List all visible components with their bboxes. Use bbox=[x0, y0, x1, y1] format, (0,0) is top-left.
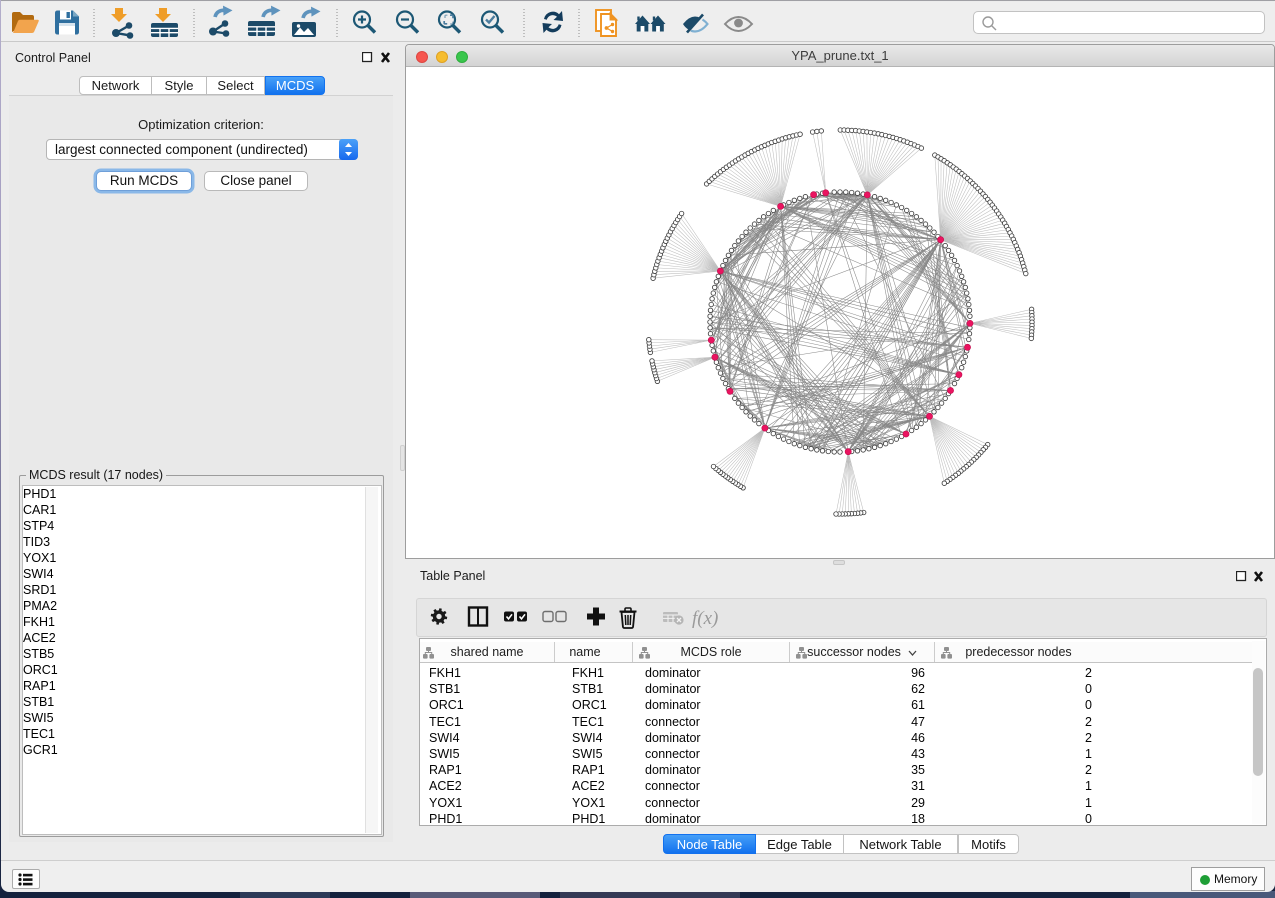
svg-text:f(x): f(x) bbox=[692, 608, 718, 629]
